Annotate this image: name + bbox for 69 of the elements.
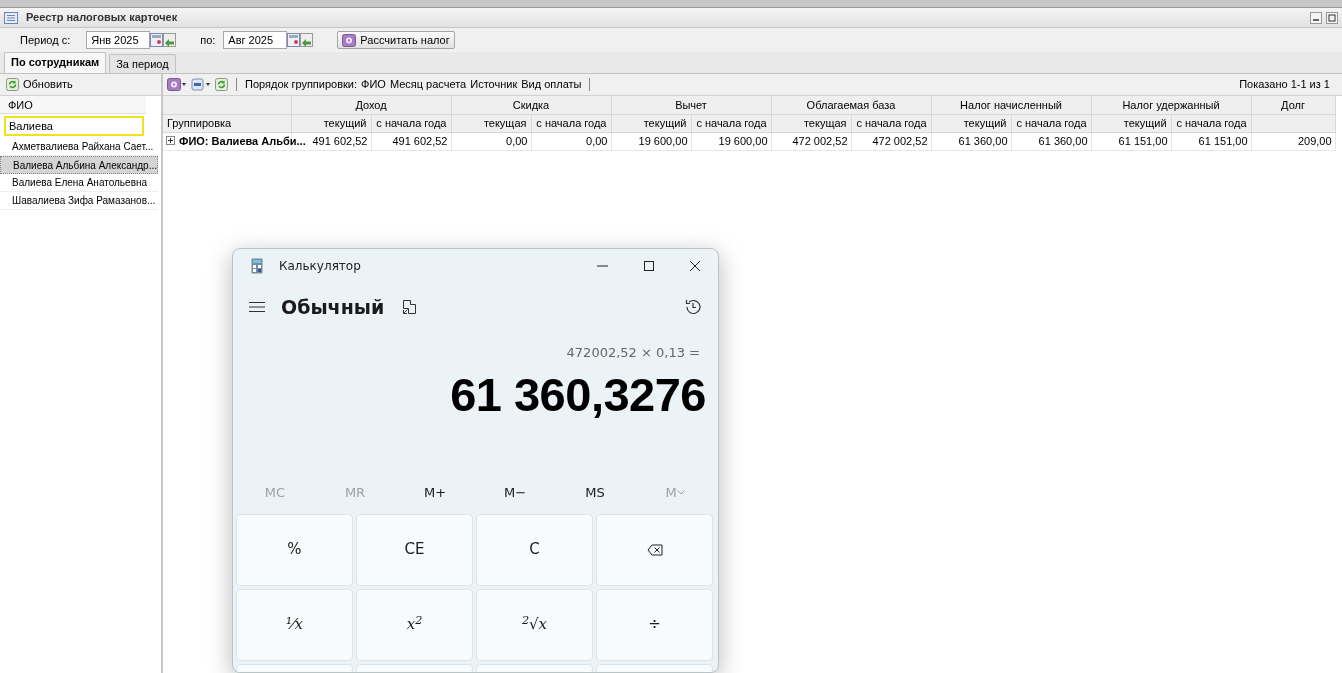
- column-header: ФИО: [0, 96, 146, 114]
- column-header: Налог удержанный: [1091, 96, 1252, 114]
- column-header: Скидка: [451, 96, 611, 114]
- employee-item[interactable]: Валиева Альбина Александр...: [0, 156, 158, 174]
- minimize-icon[interactable]: [1310, 11, 1322, 24]
- calculator-key[interactable]: ÷: [596, 588, 713, 661]
- expression-text: 472002,52 × 0,13 =: [565, 343, 701, 362]
- calculate-button[interactable]: Рассчитать налог: [337, 31, 455, 49]
- group-label: ФИО: Валиева Альби...: [179, 133, 306, 149]
- calculator-key[interactable]: C: [476, 513, 593, 586]
- table-cell: 61 151,00: [1091, 132, 1172, 151]
- table-cell: 0,00: [451, 132, 531, 151]
- gear-icon: [342, 33, 357, 47]
- filter-field[interactable]: Валиева: [4, 116, 144, 136]
- calculator-key[interactable]: x$^{2}$: [356, 588, 473, 661]
- pager-text: Показано 1-1 из 1: [1239, 77, 1330, 93]
- tab[interactable]: По сотрудникам: [4, 52, 107, 73]
- grouping-item[interactable]: Вид оплаты: [521, 76, 582, 93]
- grouping-item[interactable]: ФИО: [361, 76, 386, 93]
- history-icon[interactable]: [684, 298, 702, 317]
- period-label: по:: [200, 32, 216, 48]
- table-cell: 19 600,00: [611, 132, 691, 151]
- column-header: Долг: [1251, 96, 1336, 114]
- table-cell: 61 151,00: [1171, 132, 1252, 151]
- table-cell: 472 002,52: [771, 132, 851, 151]
- table-cell: 209,00: [1251, 132, 1336, 151]
- calculator-key[interactable]: ¹⁄x: [236, 588, 353, 661]
- table-cell: 19 600,00: [691, 132, 771, 151]
- date-field[interactable]: Янв 2025: [86, 31, 151, 49]
- printer-menu-icon[interactable]: [191, 78, 211, 91]
- menu-icon[interactable]: [249, 301, 265, 314]
- table-cell: 61 360,00: [1011, 132, 1092, 151]
- result-display: 61 360,3276: [449, 367, 707, 423]
- memory-button[interactable]: MS: [555, 475, 635, 510]
- calendar-icon[interactable]: [150, 33, 164, 47]
- memory-button[interactable]: M+: [395, 475, 475, 510]
- window-title: Реестр налоговых карточек: [26, 10, 178, 26]
- table-cell: 0,00: [531, 132, 611, 151]
- table-cell: 472 002,52: [851, 132, 931, 151]
- table-cell: 61 360,00: [931, 132, 1011, 151]
- refresh-icon: [6, 78, 19, 91]
- calculator-icon: [251, 258, 263, 274]
- calculator-key[interactable]: $^{2}$√x: [476, 588, 593, 661]
- calculator-key[interactable]: %: [236, 513, 353, 586]
- keep-on-top-icon[interactable]: [402, 299, 419, 316]
- calculator-key[interactable]: CE: [356, 513, 473, 586]
- grouping-item[interactable]: Источник: [470, 76, 518, 93]
- mode-title: Обычный: [281, 295, 385, 320]
- window-title: Калькулятор: [279, 258, 361, 275]
- gear-menu-icon[interactable]: [167, 78, 187, 91]
- calendar-icon[interactable]: [287, 33, 301, 47]
- column-header: Налог начисленный: [931, 96, 1092, 114]
- chevron-icon: [676, 490, 685, 495]
- column-header: Облагаемая база: [771, 96, 931, 114]
- period-label: Период с:: [20, 32, 71, 48]
- maximize-icon[interactable]: [1326, 11, 1338, 24]
- employee-item[interactable]: Шавалиева Зифа Рамазанов...: [0, 192, 158, 210]
- expand-icon[interactable]: [166, 136, 175, 146]
- table-cell: 491 602,52: [371, 132, 451, 151]
- refresh-icon[interactable]: [215, 78, 228, 91]
- backspace-icon: [646, 543, 663, 556]
- column-header: Вычет: [611, 96, 771, 114]
- list-icon: [4, 11, 18, 24]
- date-field[interactable]: Авг 2025: [223, 31, 288, 49]
- tab[interactable]: За период: [109, 54, 176, 73]
- column-header: Доход: [291, 96, 451, 114]
- grouping-item[interactable]: Месяц расчета: [389, 76, 467, 93]
- grouping-label: Порядок группировки:: [245, 77, 358, 93]
- memory-button[interactable]: M−: [475, 475, 555, 510]
